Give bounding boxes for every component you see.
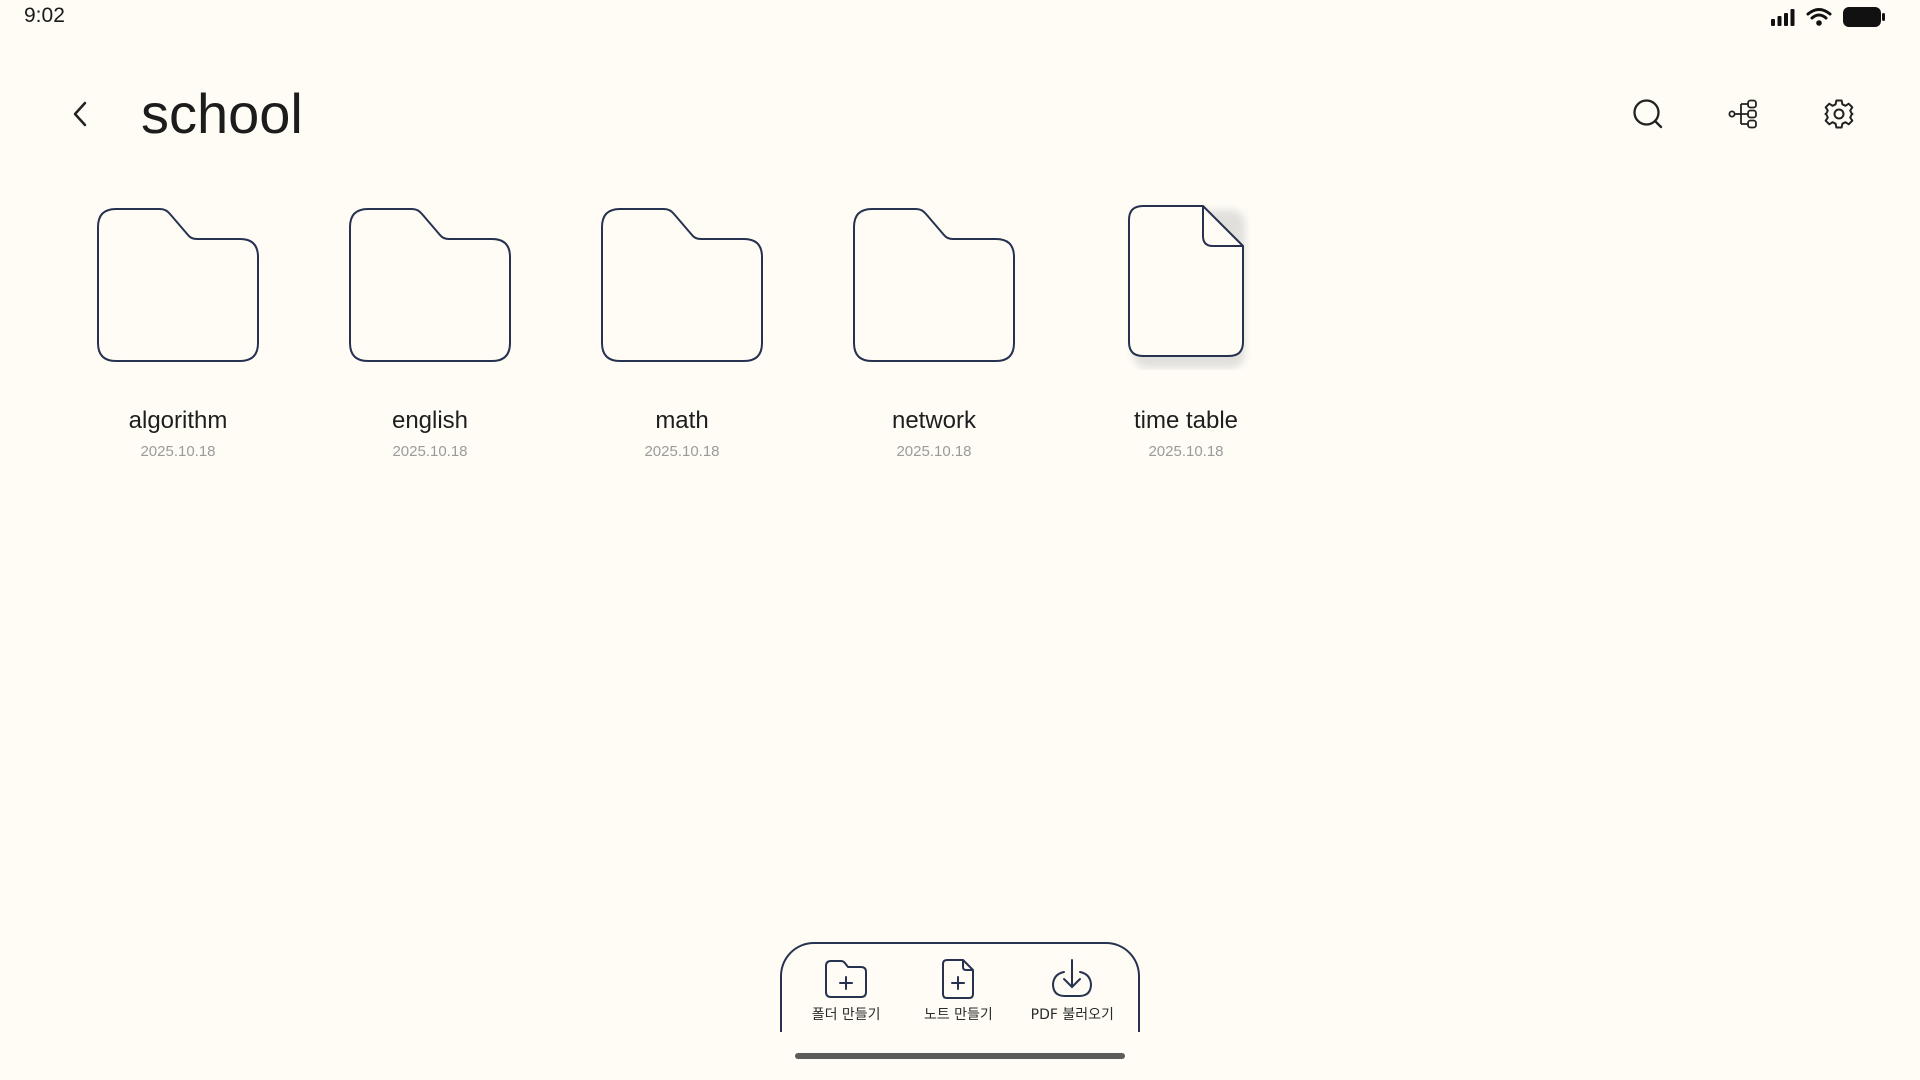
note-item[interactable]: time table 2025.10.18 (1060, 200, 1312, 462)
folder-icon (849, 200, 1019, 370)
status-time: 9:02 (24, 4, 65, 27)
item-name: algorithm (128, 407, 228, 434)
search-icon (1631, 97, 1665, 136)
folder-icon (93, 200, 263, 370)
create-folder-button[interactable]: 폴더 만들기 (806, 956, 886, 1024)
create-note-button[interactable]: 노트 만들기 (918, 956, 998, 1024)
item-date: 2025.10.18 (644, 443, 720, 460)
folder-plus-icon (823, 956, 869, 1002)
create-folder-label: 폴더 만들기 (811, 1007, 881, 1023)
share-button[interactable] (1722, 94, 1766, 138)
bottom-toolbar: 폴더 만들기 노트 만들기 PDF 불러오기 (780, 942, 1140, 1032)
note-plus-icon (935, 956, 981, 1002)
folder-icon (597, 200, 767, 370)
note-icon (1101, 200, 1271, 370)
folder-item[interactable]: english 2025.10.18 (304, 200, 556, 462)
item-date: 2025.10.18 (1148, 443, 1224, 460)
status-icons (1770, 6, 1886, 28)
tree-structure-icon (1727, 97, 1761, 136)
battery-icon (1842, 6, 1886, 28)
gear-icon (1823, 98, 1855, 135)
signal-icon (1770, 8, 1796, 26)
folder-item[interactable]: algorithm 2025.10.18 (52, 200, 304, 462)
item-date: 2025.10.18 (392, 443, 468, 460)
folder-item[interactable]: network 2025.10.18 (808, 200, 1060, 462)
header-actions (0, 94, 1920, 138)
item-date: 2025.10.18 (140, 443, 216, 460)
home-indicator[interactable] (795, 1053, 1125, 1059)
wifi-icon (1806, 7, 1832, 27)
import-pdf-button[interactable]: PDF 불러오기 (1031, 956, 1114, 1024)
item-name: math (655, 407, 709, 434)
item-date: 2025.10.18 (896, 443, 972, 460)
folder-item[interactable]: math 2025.10.18 (556, 200, 808, 462)
item-name: english (391, 407, 469, 434)
download-icon (1049, 956, 1095, 1002)
search-button[interactable] (1626, 94, 1670, 138)
item-name: time table (1133, 407, 1239, 434)
items-grid: algorithm 2025.10.18 english 2025.10.18 … (52, 200, 1312, 462)
item-name: network (891, 407, 977, 434)
app-root: 9:02 school algorithm 2025.10.18 english… (0, 0, 1920, 1080)
folder-icon (345, 200, 515, 370)
create-note-label: 노트 만들기 (923, 1007, 993, 1023)
import-pdf-label: PDF 불러오기 (1030, 1007, 1114, 1023)
settings-button[interactable] (1817, 94, 1861, 138)
